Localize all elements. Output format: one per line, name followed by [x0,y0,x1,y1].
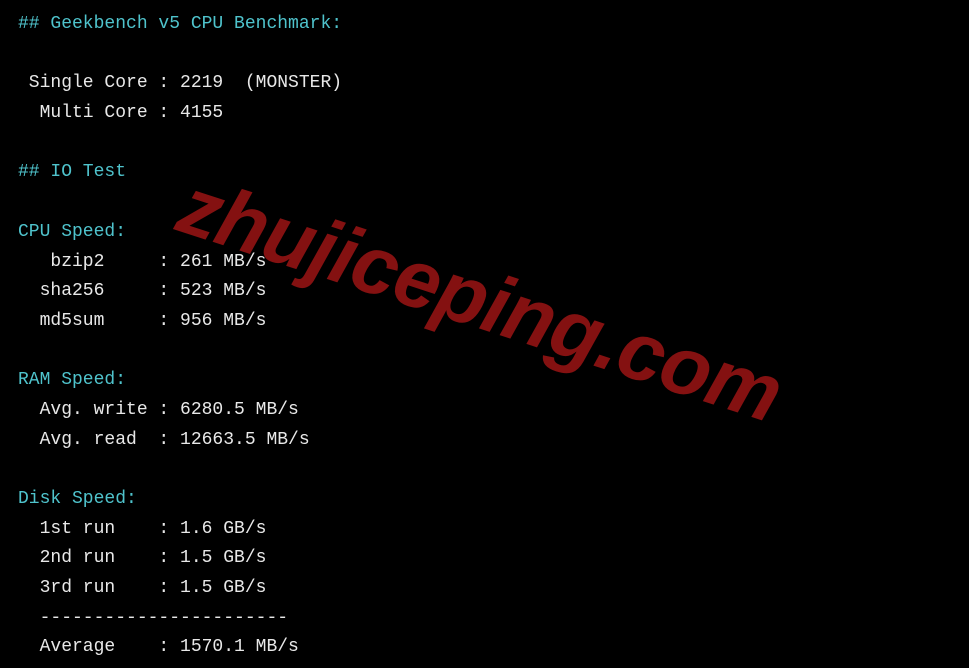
disk-run2-value: 1.5 GB/s [180,548,266,568]
disk-run1-label: 1st run : [18,519,180,539]
terminal-output: ## Geekbench v5 CPU Benchmark: Single Co… [18,10,951,663]
disk-average-label: Average : [18,637,180,657]
ram-write-label: Avg. write : [18,400,180,420]
disk-separator: ----------------------- [18,608,288,628]
single-core-label: Single Core : [18,73,180,93]
ram-write-value: 6280.5 MB/s [180,400,299,420]
ram-speed-header: RAM Speed: [18,370,126,390]
multi-core-value: 4155 [180,103,223,123]
sha256-value: 523 MB/s [180,281,266,301]
disk-run3-value: 1.5 GB/s [180,578,266,598]
multi-core-label: Multi Core : [18,103,180,123]
disk-average-value: 1570.1 MB/s [180,637,299,657]
disk-run3-label: 3rd run : [18,578,180,598]
single-core-value: 2219 (MONSTER) [180,73,342,93]
io-test-header: ## IO Test [18,162,126,182]
ram-read-value: 12663.5 MB/s [180,430,310,450]
disk-run2-label: 2nd run : [18,548,180,568]
sha256-label: sha256 : [18,281,180,301]
md5sum-value: 956 MB/s [180,311,266,331]
bzip2-value: 261 MB/s [180,252,266,272]
bzip2-label: bzip2 : [18,252,180,272]
disk-speed-header: Disk Speed: [18,489,137,509]
disk-run1-value: 1.6 GB/s [180,519,266,539]
cpu-speed-header: CPU Speed: [18,222,126,242]
ram-read-label: Avg. read : [18,430,180,450]
md5sum-label: md5sum : [18,311,180,331]
geekbench-header: ## Geekbench v5 CPU Benchmark: [18,14,342,34]
